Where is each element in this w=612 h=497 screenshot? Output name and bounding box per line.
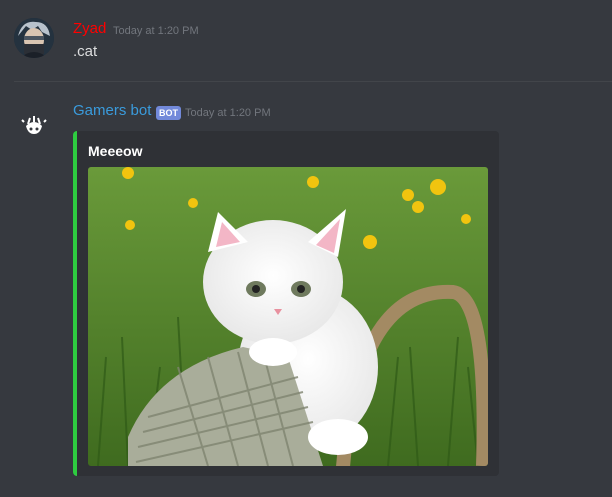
embed-accent-bar [73,131,77,476]
embed-title: Meeeow [88,143,143,159]
message-embed: Meeeow [73,131,499,476]
message-timestamp: Today at 1:20 PM [113,25,199,37]
bot-tag: BOT [156,106,181,120]
embed-image-kitten[interactable] [88,167,488,466]
author-name[interactable]: Zyad [73,20,106,37]
bot-avatar[interactable] [14,100,54,140]
controller-bot-icon [21,116,47,134]
message-timestamp: Today at 1:20 PM [185,107,271,119]
author-name[interactable]: Gamers bot [73,102,151,119]
message-content: .cat [73,43,98,60]
message-zyad: Zyad Today at 1:20 PM .cat [0,0,612,80]
user-avatar[interactable] [14,18,54,58]
